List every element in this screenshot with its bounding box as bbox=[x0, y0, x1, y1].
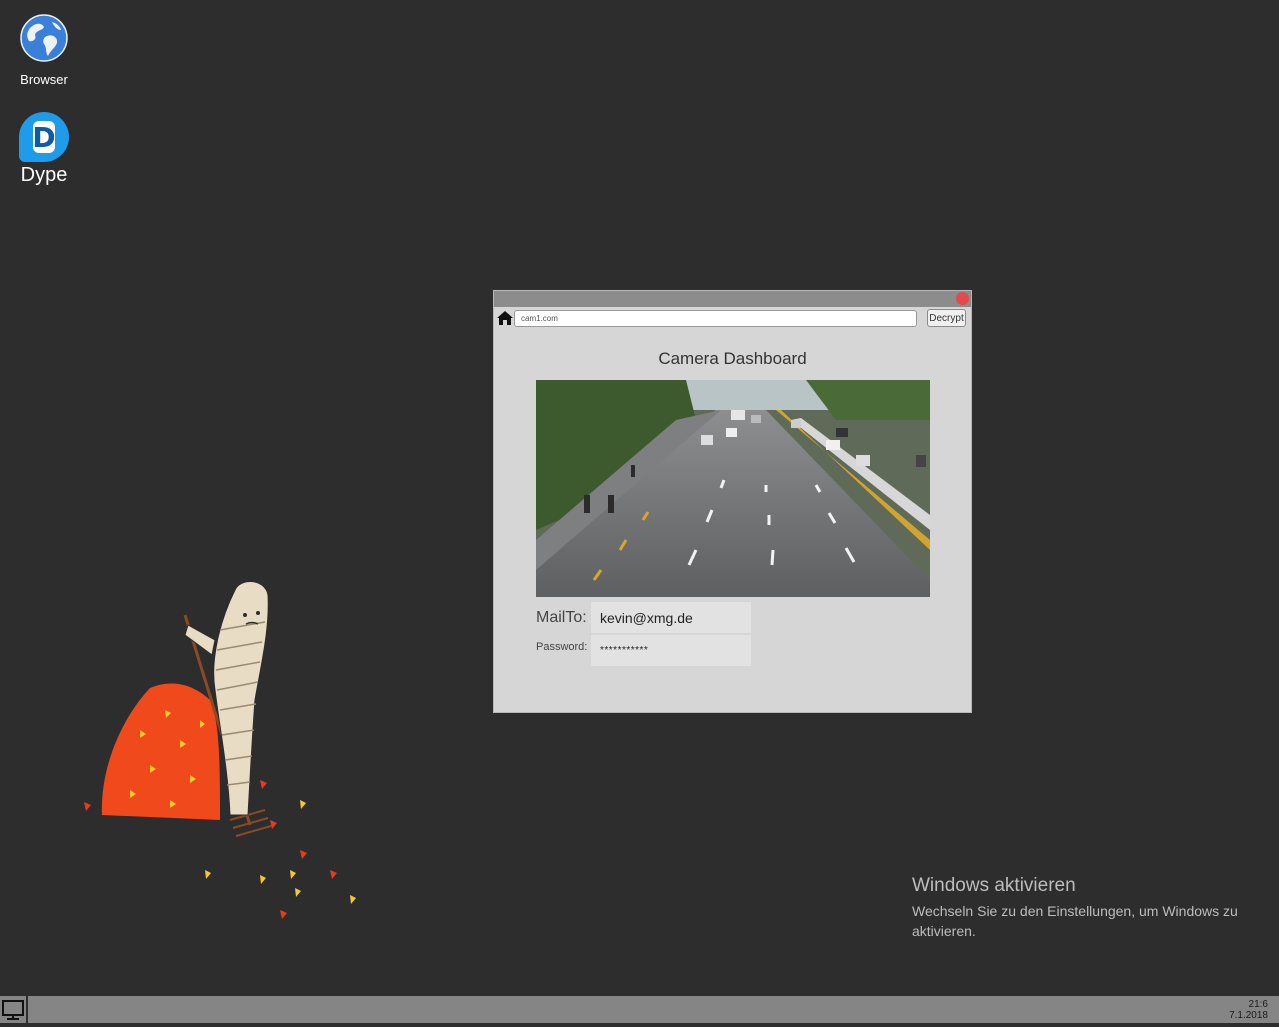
clock-date: 7.1.2018 bbox=[1229, 1010, 1268, 1021]
mailto-input[interactable] bbox=[591, 602, 751, 633]
windows-activation-watermark: Windows aktivieren Wechseln Sie zu den E… bbox=[912, 875, 1242, 941]
dype-icon-glyph: D bbox=[32, 120, 56, 154]
taskbar: 21:6 7.1.2018 bbox=[0, 996, 1279, 1023]
system-clock[interactable]: 21:6 7.1.2018 bbox=[1229, 999, 1268, 1021]
clock-time: 21:6 bbox=[1248, 999, 1268, 1010]
url-input[interactable] bbox=[514, 310, 917, 327]
start-button[interactable] bbox=[0, 996, 28, 1023]
decrypt-button[interactable]: Decrypt bbox=[927, 309, 966, 327]
camera-feed-image bbox=[536, 380, 930, 597]
window-title-bar[interactable] bbox=[494, 291, 971, 307]
browser-window: Decrypt Camera Dashboard bbox=[493, 290, 972, 713]
home-icon[interactable] bbox=[496, 309, 514, 327]
password-label: Password: bbox=[536, 641, 588, 653]
password-input[interactable] bbox=[591, 635, 751, 666]
monitor-icon bbox=[2, 1000, 24, 1020]
desktop-icon-label: Browser bbox=[20, 72, 68, 87]
activation-text: Wechseln Sie zu den Einstellungen, um Wi… bbox=[912, 903, 1238, 939]
desktop-icon-label: Dype bbox=[20, 164, 68, 186]
leaf-pile bbox=[101, 683, 220, 820]
activation-title: Windows aktivieren bbox=[912, 875, 1076, 896]
globe-icon bbox=[20, 14, 68, 62]
page-title: Camera Dashboard bbox=[658, 349, 807, 368]
desktop-icon-dype[interactable]: D Dype bbox=[4, 112, 84, 187]
dype-app-icon: D bbox=[19, 112, 69, 162]
wallpaper-mummy-illustration bbox=[84, 581, 356, 919]
navigation-bar: Decrypt bbox=[494, 307, 971, 333]
desktop-icon-browser[interactable]: Browser bbox=[4, 14, 84, 87]
mailto-label: MailTo: bbox=[536, 609, 587, 626]
close-button[interactable] bbox=[956, 292, 969, 305]
